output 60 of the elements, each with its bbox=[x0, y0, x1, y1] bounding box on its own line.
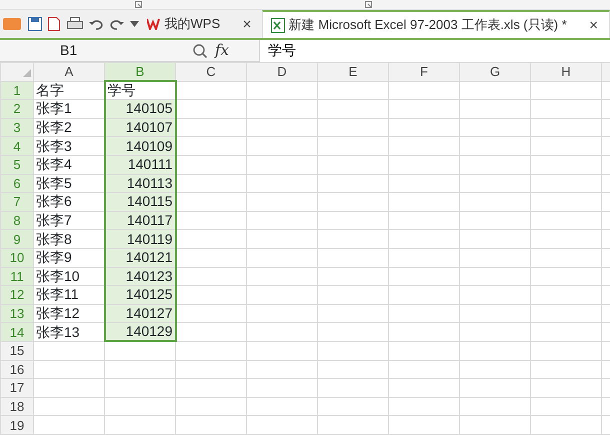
tab[interactable]: 新建 Microsoft Excel 97-2003 工作表.xls (只读) * bbox=[271, 15, 567, 35]
tab[interactable]: 我的WPS bbox=[147, 14, 220, 34]
table-cell: 140123 bbox=[104, 267, 176, 286]
table-cell: 140107 bbox=[104, 118, 176, 137]
row-header[interactable]: 13 bbox=[0, 304, 34, 323]
row-header[interactable]: 9 bbox=[0, 230, 34, 248]
logo-icon bbox=[147, 18, 162, 30]
close-button[interactable]: × bbox=[586, 18, 602, 32]
row-header[interactable]: 3 bbox=[0, 118, 34, 137]
corner-triangle-icon bbox=[23, 69, 31, 78]
row-header[interactable]: 16 bbox=[0, 360, 34, 379]
table-cell: 140119 bbox=[104, 230, 176, 248]
column-header[interactable]: G bbox=[460, 62, 530, 82]
row-header[interactable]: 18 bbox=[0, 397, 34, 416]
name-box[interactable]: B1 bbox=[0, 40, 115, 61]
table-cell: 140113 bbox=[104, 174, 176, 193]
table-cell: 140109 bbox=[104, 136, 176, 156]
row-header[interactable]: 19 bbox=[0, 416, 34, 434]
row-header[interactable]: 5 bbox=[0, 155, 34, 174]
save-icon[interactable] bbox=[28, 17, 42, 31]
formula-input[interactable]: 学号 bbox=[259, 40, 610, 62]
print-icon[interactable] bbox=[66, 17, 83, 31]
table-cell: 140125 bbox=[104, 286, 176, 304]
row-header[interactable]: 15 bbox=[0, 341, 34, 360]
row-header[interactable]: 8 bbox=[0, 211, 34, 230]
table-cell: 140129 bbox=[104, 322, 176, 342]
zoom-icon[interactable] bbox=[193, 44, 207, 58]
row-header[interactable]: 7 bbox=[0, 192, 34, 212]
table-cell: 140105 bbox=[104, 100, 176, 118]
launcher-icon[interactable] bbox=[135, 1, 142, 8]
column-header[interactable]: B bbox=[104, 62, 176, 82]
close-button[interactable]: × bbox=[240, 16, 254, 32]
column-header[interactable]: H bbox=[530, 62, 602, 82]
table-cell: 140121 bbox=[104, 248, 176, 268]
row-header[interactable]: 11 bbox=[0, 267, 34, 286]
column-header[interactable]: D bbox=[246, 62, 318, 82]
column-header[interactable]: F bbox=[388, 62, 460, 82]
launcher-icon[interactable] bbox=[365, 1, 372, 8]
row-header[interactable]: 6 bbox=[0, 174, 34, 193]
table-cell: 140127 bbox=[104, 304, 176, 323]
redo-icon[interactable] bbox=[110, 18, 124, 30]
insert-function-button[interactable]: fx bbox=[215, 39, 259, 62]
undo-icon[interactable] bbox=[89, 18, 104, 30]
row-header[interactable]: 4 bbox=[0, 136, 34, 156]
document-icon[interactable] bbox=[48, 17, 60, 31]
row-header[interactable]: 17 bbox=[0, 378, 34, 398]
column-header[interactable]: C bbox=[176, 62, 246, 82]
caret-icon[interactable] bbox=[130, 21, 140, 27]
table-cell: 140111 bbox=[104, 155, 176, 174]
row-header[interactable]: 1 bbox=[0, 81, 34, 100]
row-header[interactable]: 12 bbox=[0, 286, 34, 304]
column-header[interactable]: E bbox=[318, 62, 388, 82]
table-cell: 学号 bbox=[104, 81, 176, 100]
table-cell: 140115 bbox=[104, 192, 176, 212]
table-cell: 140117 bbox=[104, 211, 176, 230]
row-header[interactable]: 10 bbox=[0, 248, 34, 268]
row-header[interactable]: 2 bbox=[0, 100, 34, 118]
column-header[interactable]: A bbox=[34, 62, 104, 82]
spreadsheet-icon bbox=[271, 18, 286, 32]
row-header[interactable]: 14 bbox=[0, 322, 34, 342]
